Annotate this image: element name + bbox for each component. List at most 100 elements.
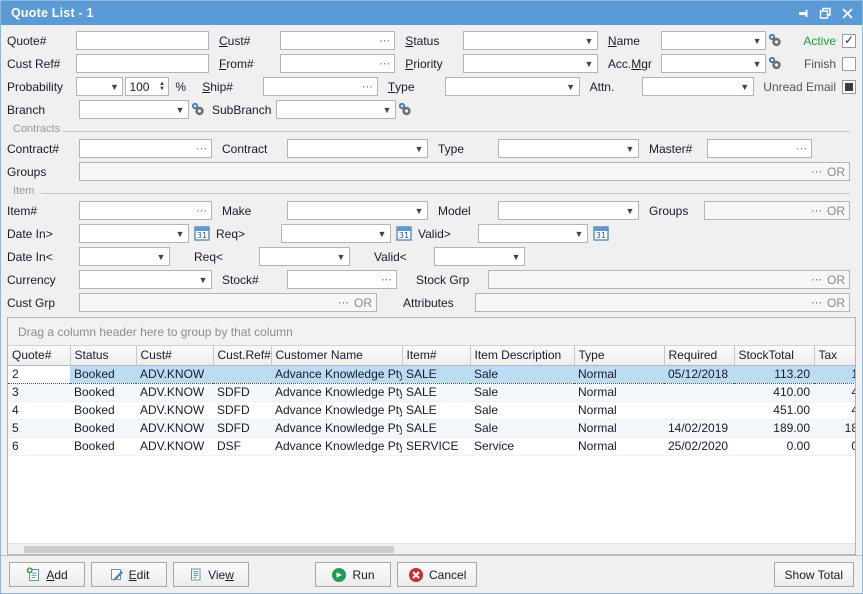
table-row[interactable]: 3 Booked ADV.KNOW SDFD Advance Knowledge… — [8, 383, 855, 402]
show-total-button[interactable]: Show Total — [773, 562, 854, 587]
quote-number-input[interactable] — [75, 31, 209, 50]
cell-cust-ref[interactable]: DSF — [213, 437, 271, 456]
cell-stocktotal[interactable]: 0.00 — [734, 437, 814, 456]
finish-checkbox[interactable] — [842, 56, 857, 71]
cell-tax[interactable]: 4 — [814, 383, 855, 402]
stock-grp-field[interactable]: ⋯ OR — [488, 270, 850, 289]
cell-customer-name[interactable]: Advance Knowledge Pty — [271, 364, 402, 384]
col-customer-name[interactable]: Customer Name — [271, 346, 403, 366]
cell-cust-ref[interactable] — [213, 364, 271, 384]
active-checkbox[interactable]: ✓ — [842, 33, 857, 48]
attn-combo[interactable]: ▼ — [642, 77, 754, 96]
cell-quote-number[interactable]: 2 — [8, 364, 70, 384]
cell-customer-name[interactable]: Advance Knowledge Pty — [271, 437, 402, 456]
contract-combo[interactable]: ▼ — [287, 139, 428, 158]
valid-lt-combo[interactable]: ▼ — [434, 247, 525, 266]
spinner-arrows-icon[interactable]: ▲ ▼ — [155, 81, 168, 92]
col-item-description[interactable]: Item Description — [470, 346, 575, 366]
currency-combo[interactable]: ▼ — [79, 270, 212, 289]
item-number-ellipsis-icon[interactable]: ⋯ — [193, 202, 211, 219]
cell-cust-number[interactable]: ADV.KNOW — [136, 401, 213, 420]
cell-stocktotal[interactable]: 113.20 — [734, 364, 814, 384]
run-button[interactable]: Run — [315, 562, 391, 587]
cell-tax[interactable]: 1 — [814, 364, 855, 384]
cell-status[interactable]: Booked — [70, 383, 136, 402]
cell-stocktotal[interactable]: 189.00 — [734, 419, 814, 438]
cell-status[interactable]: Booked — [70, 364, 136, 384]
cell-status[interactable]: Booked — [70, 437, 136, 456]
cell-item-description[interactable]: Service — [470, 437, 574, 456]
close-icon[interactable] — [836, 3, 858, 23]
group-by-drop-panel[interactable]: Drag a column header here to group by th… — [8, 318, 855, 346]
col-stocktotal[interactable]: StockTotal — [734, 346, 815, 366]
req-lt-combo[interactable]: ▼ — [259, 247, 350, 266]
cell-cust-ref[interactable]: SDFD — [213, 401, 271, 420]
cust-number-ellipsis-icon[interactable]: ⋯ — [376, 32, 394, 49]
cust-grp-ellipsis-icon[interactable]: ⋯ — [335, 294, 353, 311]
cell-cust-ref[interactable]: SDFD — [213, 383, 271, 402]
cell-item-description[interactable]: Sale — [470, 364, 574, 384]
view-button[interactable]: View — [173, 562, 249, 587]
type-combo[interactable]: ▼ — [445, 77, 580, 96]
acc-mgr-combo[interactable]: ▼ — [660, 54, 767, 73]
contract-number-ellipsis-icon[interactable]: ⋯ — [193, 140, 211, 157]
priority-combo[interactable]: ▼ — [462, 54, 598, 73]
cell-item-number[interactable]: SALE — [402, 419, 470, 438]
subbranch-combo[interactable]: ▼ — [276, 100, 396, 119]
date-in-gt-combo[interactable]: ▼ — [79, 224, 189, 243]
col-cust-ref[interactable]: Cust.Ref# — [213, 346, 272, 366]
cell-item-number[interactable]: SALE — [402, 364, 470, 384]
cell-cust-ref[interactable]: SDFD — [213, 419, 271, 438]
cust-ref-input[interactable] — [75, 54, 209, 73]
col-required[interactable]: Required — [664, 346, 735, 366]
cell-customer-name[interactable]: Advance Knowledge Pty — [271, 383, 402, 402]
cell-type[interactable]: Normal — [574, 401, 664, 420]
scrollbar-thumb[interactable] — [24, 546, 394, 553]
col-cust-number[interactable]: Cust# — [136, 346, 214, 366]
subbranch-settings-gear-icon[interactable] — [396, 100, 413, 119]
cell-cust-number[interactable]: ADV.KNOW — [136, 437, 213, 456]
cust-grp-field[interactable]: ⋯ OR — [79, 293, 377, 312]
model-combo[interactable]: ▼ — [498, 201, 639, 220]
valid-gt-combo[interactable]: ▼ — [478, 224, 588, 243]
name-combo[interactable]: ▼ — [660, 31, 767, 50]
cell-tax[interactable]: 0 — [814, 437, 855, 456]
col-quote-number[interactable]: Quote# — [8, 346, 71, 366]
cell-cust-number[interactable]: ADV.KNOW — [136, 419, 213, 438]
cell-type[interactable]: Normal — [574, 383, 664, 402]
cell-status[interactable]: Booked — [70, 401, 136, 420]
table-row[interactable]: 6 Booked ADV.KNOW DSF Advance Knowledge … — [8, 437, 855, 456]
make-combo[interactable]: ▼ — [287, 201, 428, 220]
cell-item-number[interactable]: SALE — [402, 401, 470, 420]
master-number-ellipsis-icon[interactable]: ⋯ — [793, 140, 811, 157]
req-gt-combo[interactable]: ▼ — [281, 224, 391, 243]
ship-number-field[interactable]: ⋯ — [263, 77, 378, 96]
cell-item-description[interactable]: Sale — [470, 401, 574, 420]
from-number-field[interactable]: ⋯ — [280, 54, 396, 73]
attributes-field[interactable]: ⋯ OR — [475, 293, 850, 312]
cell-required[interactable]: 25/02/2020 — [664, 437, 734, 456]
stock-number-field[interactable]: ⋯ — [287, 270, 397, 289]
req-gt-calendar-icon[interactable]: 31 — [396, 225, 413, 242]
edit-button[interactable]: Edit — [91, 562, 167, 587]
date-in-lt-combo[interactable]: ▼ — [79, 247, 170, 266]
cell-quote-number[interactable]: 6 — [8, 437, 70, 456]
branch-combo[interactable]: ▼ — [79, 100, 189, 119]
cell-required[interactable] — [664, 401, 734, 420]
cell-type[interactable]: Normal — [574, 364, 664, 384]
acc-mgr-settings-gear-icon[interactable] — [766, 54, 783, 73]
cell-required[interactable]: 14/02/2019 — [664, 419, 734, 438]
cell-required[interactable]: 05/12/2018 — [664, 364, 734, 384]
cell-required[interactable] — [664, 383, 734, 402]
col-tax[interactable]: Tax — [814, 346, 855, 366]
attributes-ellipsis-icon[interactable]: ⋯ — [808, 294, 826, 311]
cell-cust-number[interactable]: ADV.KNOW — [136, 364, 213, 384]
cell-stocktotal[interactable]: 451.00 — [734, 401, 814, 420]
cancel-button[interactable]: Cancel — [397, 562, 478, 587]
col-status[interactable]: Status — [70, 346, 137, 366]
master-number-field[interactable]: ⋯ — [707, 139, 812, 158]
cell-item-number[interactable]: SALE — [402, 383, 470, 402]
date-in-gt-calendar-icon[interactable]: 31 — [194, 225, 211, 242]
add-button[interactable]: Add — [9, 562, 85, 587]
cell-quote-number[interactable]: 3 — [8, 383, 70, 402]
